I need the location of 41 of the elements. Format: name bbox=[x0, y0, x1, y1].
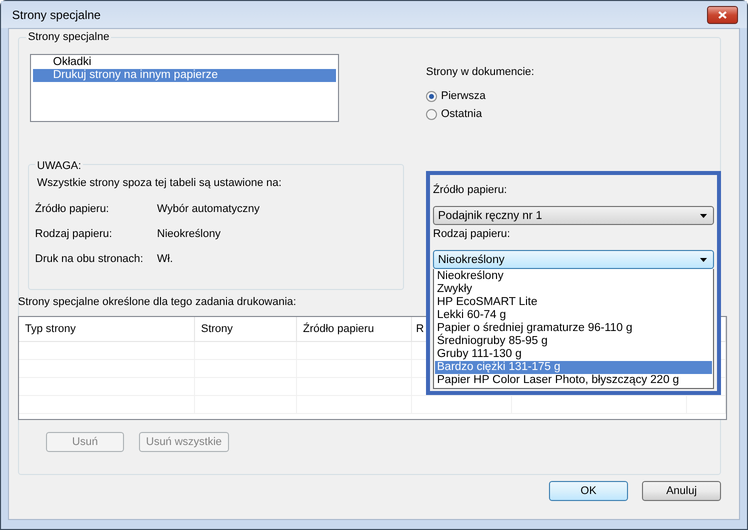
dropdown-option[interactable]: Papier HP Color Laser Photo, błyszczący 220 g bbox=[435, 374, 712, 387]
radio-button[interactable] bbox=[426, 108, 437, 120]
field-label: Źródło papieru: bbox=[433, 184, 508, 197]
note-text: Wszystkie strony spoza tej tabeli są ustawione na: bbox=[37, 177, 283, 189]
dropdown-option[interactable]: Papier o średniej gramaturze 96-110 g bbox=[435, 322, 712, 335]
caret-icon bbox=[700, 214, 707, 218]
field-label: Rodzaj papieru: bbox=[433, 228, 512, 241]
setting-label: Rodzaj papieru: bbox=[35, 228, 114, 242]
dropdown-option[interactable]: Lekki 60-74 g bbox=[435, 309, 712, 322]
setting-label: Druk na obu stronach: bbox=[35, 253, 144, 267]
dropdown-option[interactable]: HP EcoSMART Lite bbox=[435, 296, 712, 309]
close-button[interactable] bbox=[707, 6, 738, 24]
list-item[interactable]: Okładki bbox=[33, 56, 336, 69]
dropdown-option[interactable]: Nieokreślony bbox=[435, 270, 712, 283]
note-title: UWAGA: bbox=[35, 160, 84, 172]
setting-label: Źródło papieru: bbox=[35, 203, 110, 217]
column-header[interactable]: R bbox=[416, 323, 424, 335]
close-icon bbox=[718, 10, 727, 18]
window-title: Strony specjalne bbox=[12, 8, 101, 22]
cancel-button[interactable]: Anuluj bbox=[642, 481, 721, 501]
column-header[interactable]: Strony bbox=[201, 323, 233, 335]
radio-label[interactable]: Ostatnia bbox=[441, 108, 482, 120]
radio-group-label: Strony w dokumencie: bbox=[426, 66, 536, 78]
column-header[interactable]: Typ strony bbox=[25, 323, 76, 335]
group-title: Strony specjalne bbox=[26, 31, 112, 43]
paper-type-dropdown[interactable]: Nieokreślony bbox=[433, 250, 714, 269]
dropdown-option[interactable]: Średniogruby 85-95 g bbox=[435, 335, 712, 348]
table-caption: Strony specjalne określone dla tego zadania drukowania: bbox=[18, 296, 296, 308]
paper-source-dropdown[interactable]: Podajnik ręczny nr 1 bbox=[433, 206, 714, 225]
radio-button[interactable] bbox=[426, 90, 437, 102]
setting-value: Nieokreślony bbox=[157, 228, 221, 242]
dropdown-option[interactable]: Zwykły bbox=[435, 283, 712, 296]
column-header[interactable]: Źródło papieru bbox=[303, 323, 374, 335]
ok-button[interactable]: OK bbox=[549, 481, 628, 501]
dropdown-option[interactable]: Bardzo ciężki 131-175 g bbox=[435, 361, 712, 374]
setting-value: Wybór automatyczny bbox=[157, 203, 260, 217]
caret-icon bbox=[700, 258, 707, 262]
dropdown-option[interactable]: Gruby 111-130 g bbox=[435, 348, 712, 361]
radio-label[interactable]: Pierwsza bbox=[441, 90, 486, 102]
list-item[interactable]: Drukuj strony na innym papierze bbox=[33, 69, 336, 82]
setting-value: Wł. bbox=[157, 253, 173, 267]
